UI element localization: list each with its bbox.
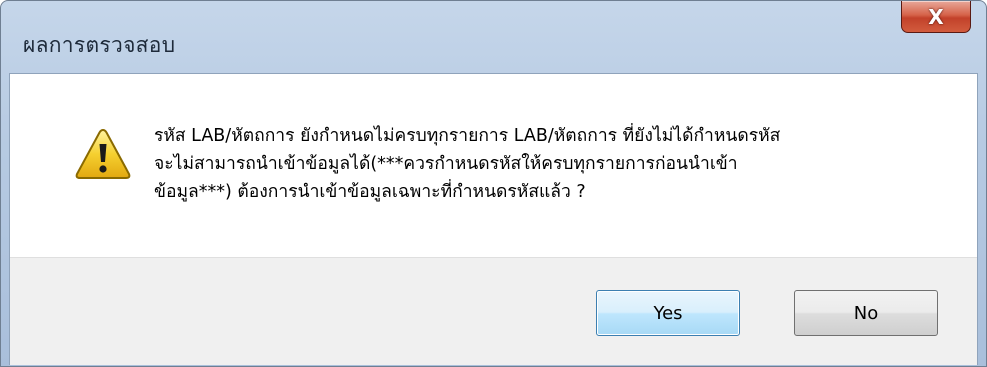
yes-button[interactable]: Yes (596, 290, 740, 336)
close-button[interactable]: X (901, 1, 971, 33)
message-area: รหัส LAB/หัตถการ ยังกำหนดไม่ครบทุกรายการ… (10, 74, 977, 257)
window-title: ผลการตรวจสอบ (23, 33, 176, 57)
message-line: รหัส LAB/หัตถการ ยังกำหนดไม่ครบทุกรายการ… (154, 126, 781, 146)
dialog-client-area: รหัส LAB/หัตถการ ยังกำหนดไม่ครบทุกรายการ… (9, 73, 978, 365)
no-button[interactable]: No (794, 290, 938, 336)
message-line: ข้อมูล***) ต้องการนำเข้าข้อมูลเฉพาะที่กำ… (154, 182, 586, 202)
title-bar[interactable]: ผลการตรวจสอบ X (1, 1, 986, 73)
yes-button-label: Yes (653, 302, 683, 324)
message-dialog-window: ผลการตรวจสอบ X รหัส LAB/หัตถการ ยังกำหนด… (0, 0, 987, 367)
close-icon: X (928, 4, 944, 29)
warning-icon (75, 128, 131, 179)
dialog-message: รหัส LAB/หัตถการ ยังกำหนดไม่ครบทุกรายการ… (154, 122, 954, 206)
message-line: จะไม่สามารถนำเข้าข้อมูลได้(***ควรกำหนดรห… (154, 154, 738, 174)
no-button-label: No (853, 302, 879, 324)
